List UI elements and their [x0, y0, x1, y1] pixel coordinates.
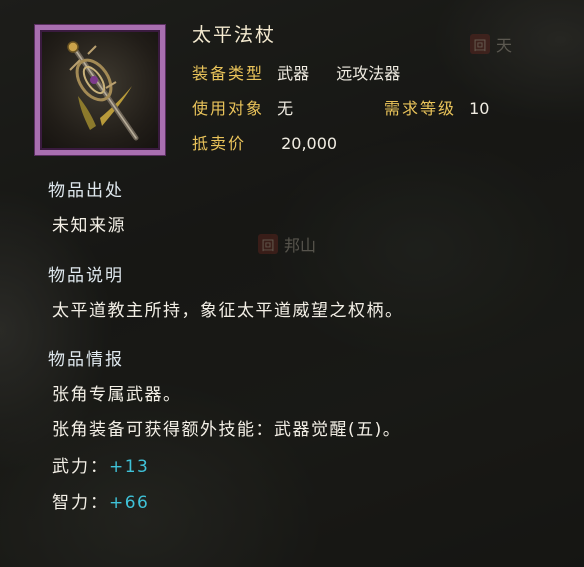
price-row: 抵卖价 20,000 — [192, 133, 337, 155]
staff-icon — [67, 41, 139, 141]
item-name: 太平法杖 — [192, 24, 277, 46]
map-seal-icon: 回 — [470, 34, 490, 54]
target-label: 使用对象 — [192, 99, 265, 118]
target-value: 无 — [277, 99, 294, 118]
stat-value: +13 — [109, 457, 150, 477]
map-place-name: 邦山 — [284, 236, 317, 255]
info-line-2: 张角装备可获得额外技能：武器觉醒(五)。 — [52, 420, 402, 440]
equipment-type-value: 武器 — [277, 64, 310, 83]
map-place-label-2: 回 邦山 — [258, 232, 316, 256]
stat-row-intelligence: 智力：+66 — [52, 488, 149, 513]
info-line-1: 张角专属武器。 — [52, 385, 182, 405]
stat-value: +66 — [109, 493, 150, 513]
level-value: 10 — [469, 99, 490, 118]
item-icon-frame — [35, 25, 165, 155]
stat-name: 智力： — [52, 493, 109, 513]
map-seal-icon: 回 — [258, 234, 278, 254]
price-value: 20,000 — [281, 134, 338, 153]
description-heading: 物品说明 — [48, 266, 124, 286]
origin-heading: 物品出处 — [48, 181, 124, 201]
stat-row-strength: 武力：+13 — [52, 452, 149, 477]
price-label: 抵卖价 — [192, 134, 247, 153]
origin-text: 未知来源 — [52, 216, 126, 236]
map-place-label-1: 回 天 — [470, 32, 512, 56]
map-place-name: 天 — [496, 36, 513, 55]
level-label: 需求等级 — [384, 99, 457, 118]
level-row: 需求等级 10 — [384, 98, 489, 120]
equipment-subtype-value: 远攻法器 — [336, 64, 401, 83]
equipment-type-row: 装备类型 武器 远攻法器 — [192, 63, 400, 85]
info-heading: 物品情报 — [48, 350, 124, 370]
equipment-type-label: 装备类型 — [192, 64, 265, 83]
description-text: 太平道教主所持，象征太平道威望之权柄。 — [52, 301, 404, 321]
target-row: 使用对象 无 — [192, 98, 293, 120]
stat-name: 武力： — [52, 457, 109, 477]
